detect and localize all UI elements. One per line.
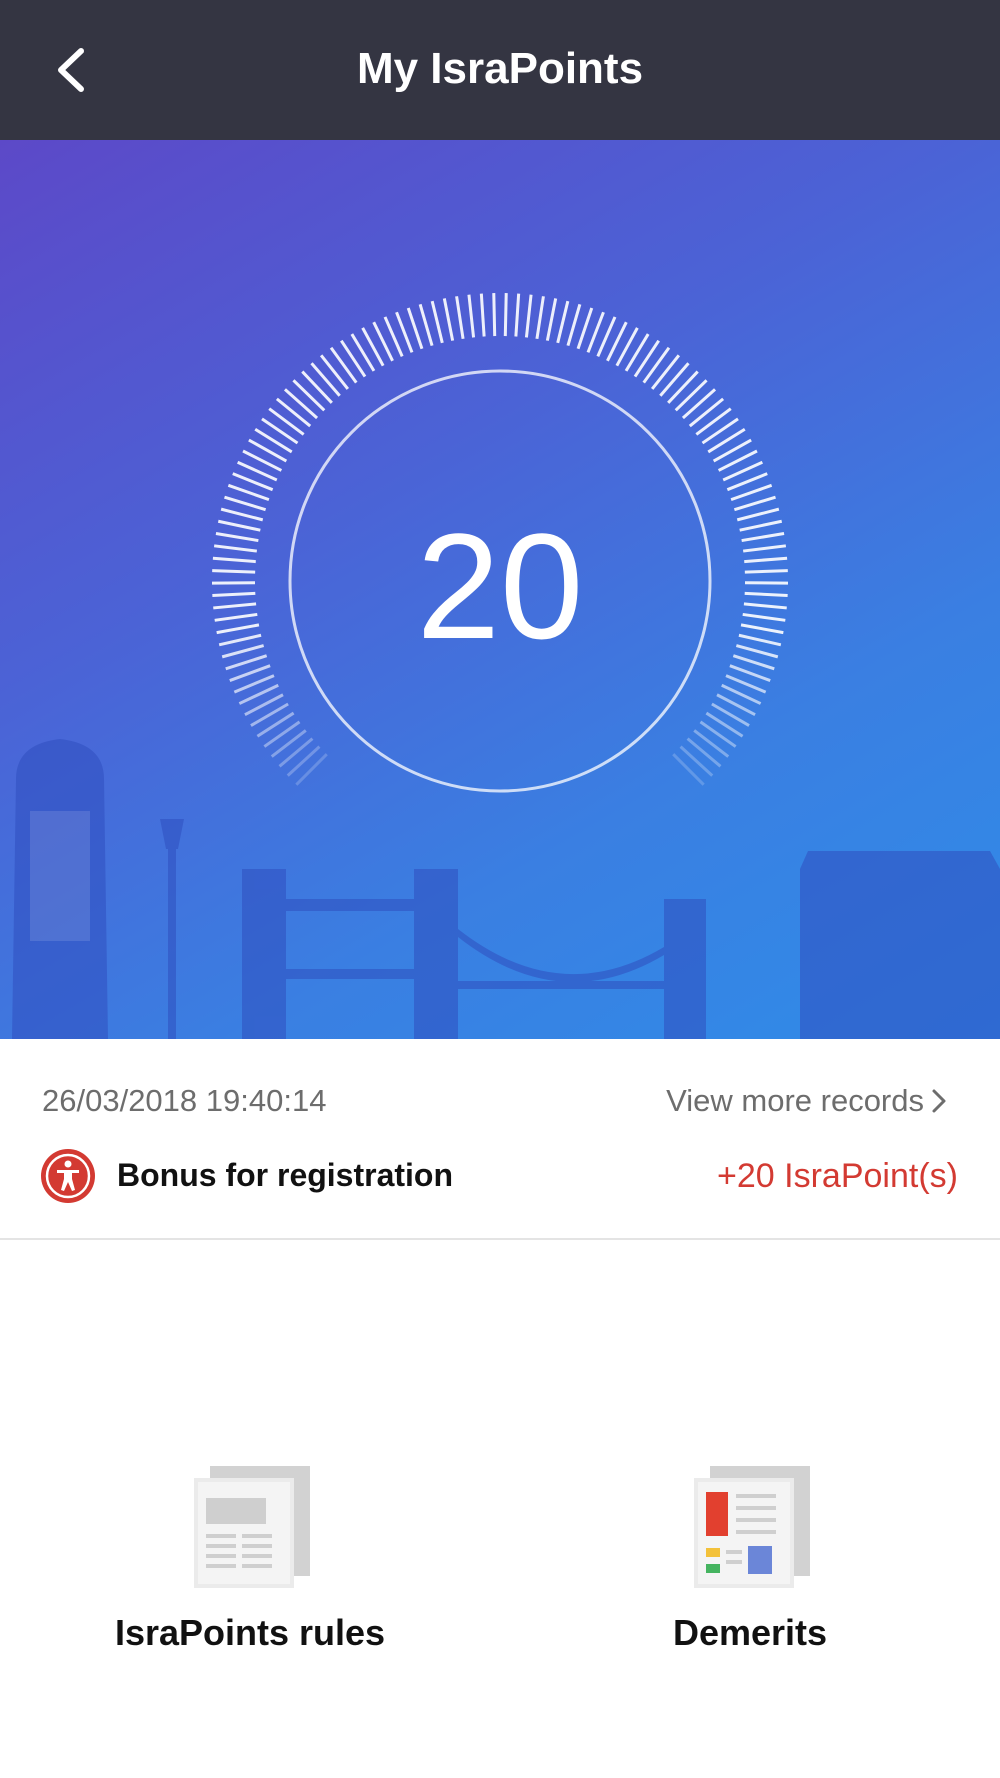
gauge-tick — [566, 303, 582, 347]
gauge-tick — [479, 293, 486, 337]
gauge-tick — [667, 370, 699, 404]
gauge-tick — [633, 339, 660, 378]
document-icon — [194, 1466, 310, 1588]
gauge-tick — [275, 397, 312, 428]
gauge-tick — [556, 300, 570, 344]
gauge-tick — [406, 307, 424, 350]
gauge-tick — [261, 417, 299, 445]
gauge-tick — [301, 370, 333, 404]
gauge-tick — [695, 407, 732, 436]
gauge-tick — [418, 303, 434, 347]
gauge-tick — [329, 346, 358, 384]
gauge-tick — [467, 294, 476, 338]
view-more-label: View more records — [666, 1083, 924, 1118]
gauge-tick — [227, 483, 270, 502]
demerits-label: Demerits — [672, 1612, 828, 1653]
accessibility-icon — [41, 1149, 95, 1203]
view-more-records-link[interactable]: View more records — [666, 1083, 948, 1119]
gauge-tick — [268, 407, 305, 436]
israpoints-rules-tile[interactable]: IsraPoints rules — [80, 1460, 420, 1660]
gauge-tick — [503, 293, 508, 337]
gauge-tick — [442, 298, 455, 341]
record-label: Bonus for registration — [117, 1157, 454, 1193]
gauge-tick — [650, 354, 681, 390]
gauge-tick — [310, 362, 341, 397]
gauge-tick — [659, 362, 690, 397]
report-icon — [694, 1466, 810, 1588]
gauge-tick — [688, 397, 725, 428]
gauge-tick — [319, 354, 350, 390]
gauge-tick — [642, 346, 671, 384]
points-hero: 20 — [0, 140, 1000, 1039]
gauge-tick — [545, 298, 558, 341]
gauge-tick — [340, 339, 367, 378]
gauge-tick — [292, 379, 326, 412]
gauge-tick — [681, 388, 717, 420]
gauge-tick — [430, 300, 444, 344]
israpoints-rules-label: IsraPoints rules — [114, 1612, 386, 1653]
gauge-tick — [535, 296, 545, 340]
points-value: 20 — [416, 502, 584, 670]
gauge-tick — [730, 483, 773, 502]
gauge-tick — [283, 388, 319, 420]
gauge-tick — [524, 294, 533, 338]
gauge-tick — [455, 296, 465, 340]
gauge-tick — [674, 379, 708, 412]
gauge-tick — [707, 428, 746, 454]
page-title: My IsraPoints — [356, 44, 644, 93]
app-header: My IsraPoints — [0, 0, 1000, 140]
gauge-tick — [254, 428, 293, 454]
record-amount: +20 IsraPoint(s) — [717, 1157, 958, 1195]
chevron-right-icon — [932, 1089, 946, 1113]
latest-record: 26/03/2018 19:40:14 View more records Bo… — [0, 1039, 1000, 1240]
gauge-tick — [576, 307, 594, 350]
demerits-tile[interactable]: Demerits — [580, 1460, 920, 1660]
gauge-tick — [492, 293, 497, 337]
record-timestamp: 26/03/2018 19:40:14 — [42, 1083, 327, 1118]
gauge-tick — [701, 417, 739, 445]
city-skyline-illustration — [12, 739, 1000, 1039]
gauge-tick — [514, 293, 521, 337]
